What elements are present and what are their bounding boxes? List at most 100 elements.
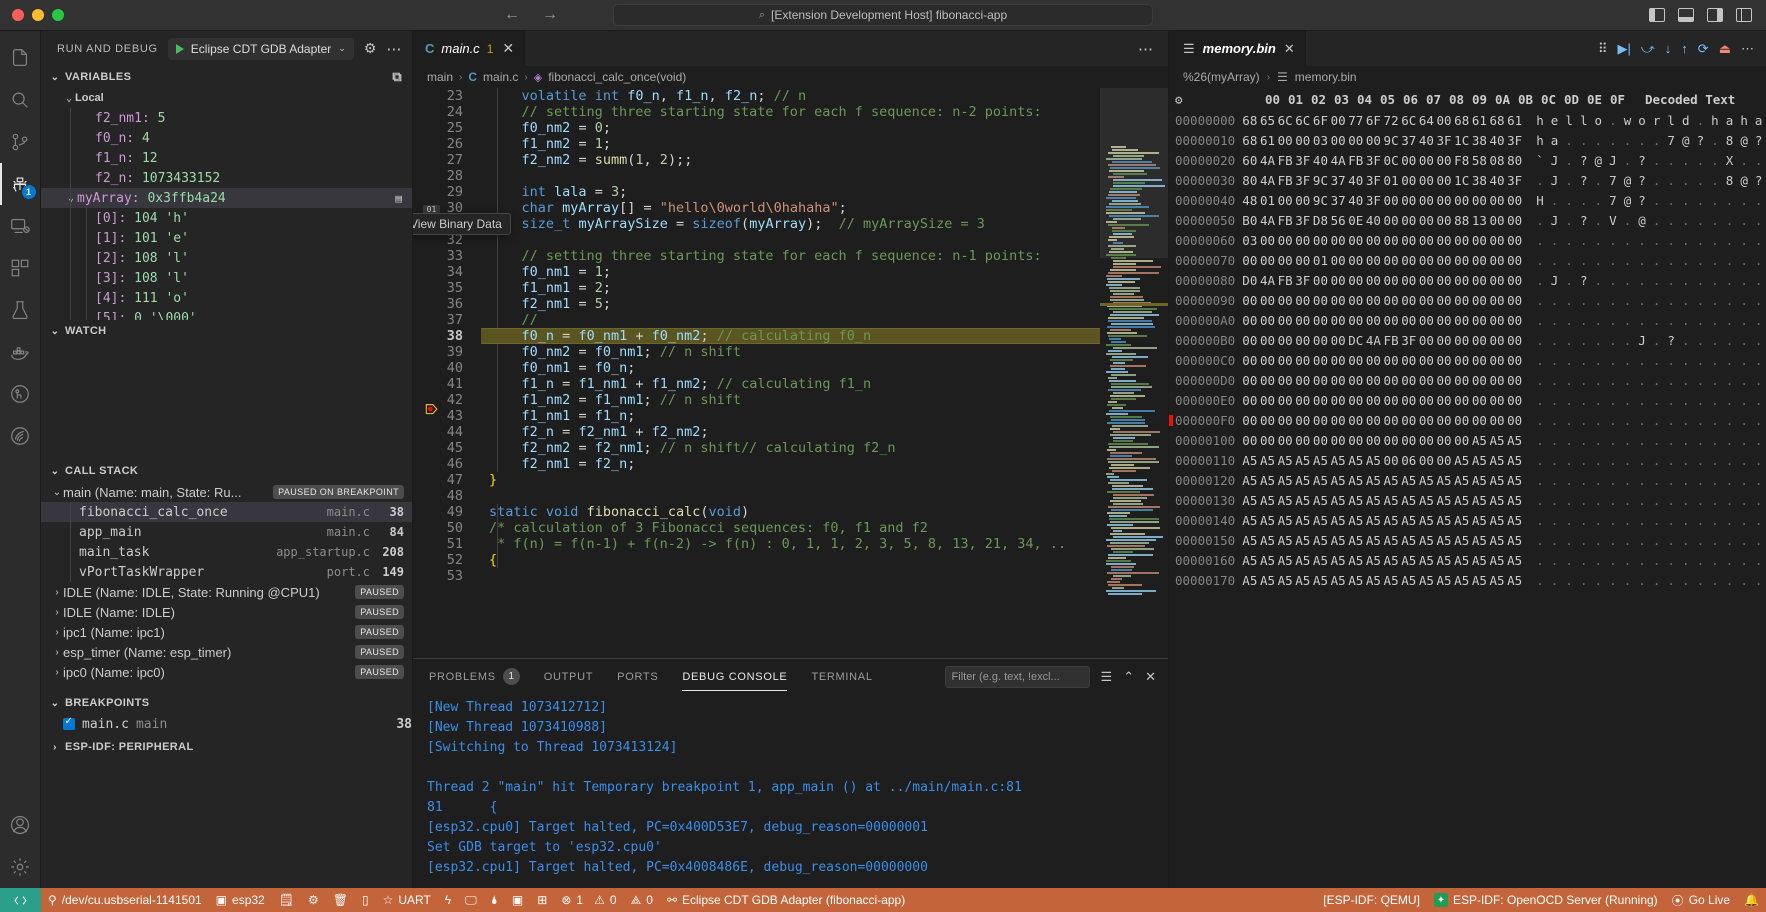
decoded-char[interactable]: . <box>1533 533 1548 548</box>
hex-byte[interactable]: A5 <box>1471 473 1489 488</box>
decoded-char[interactable]: . <box>1606 393 1621 408</box>
decoded-char[interactable]: . <box>1591 253 1606 268</box>
decoded-char[interactable]: . <box>1620 293 1635 308</box>
hex-byte[interactable]: A5 <box>1276 553 1294 568</box>
hex-byte[interactable]: A5 <box>1241 493 1259 508</box>
decoded-char[interactable]: . <box>1533 253 1548 268</box>
code-line[interactable]: 33 // setting three starting state for e… <box>413 248 1168 264</box>
hex-breadcrumb-file[interactable]: memory.bin <box>1295 70 1357 84</box>
hex-byte[interactable]: 40 <box>1347 193 1365 208</box>
hex-byte[interactable]: A5 <box>1382 513 1400 528</box>
hex-byte[interactable]: A5 <box>1329 533 1347 548</box>
hex-byte[interactable]: A5 <box>1506 573 1524 588</box>
decoded-char[interactable]: . <box>1562 213 1577 228</box>
chevron-down-icon[interactable]: ⌄ <box>65 193 77 204</box>
hex-byte[interactable]: 3F <box>1365 153 1383 168</box>
hex-byte[interactable]: 00 <box>1276 413 1294 428</box>
code-line[interactable]: 41 f1_n = f1_nm1 + f1_nm2; // calculatin… <box>413 376 1168 392</box>
hex-byte[interactable]: A5 <box>1453 513 1471 528</box>
decoded-char[interactable]: . <box>1649 533 1664 548</box>
variables-tree[interactable]: ⌄ Local f2_nm1: 5 f0_n: 4 f1_n: 12 f2_n:… <box>41 88 412 320</box>
decoded-char[interactable]: . <box>1737 313 1752 328</box>
close-panel-icon[interactable]: ✕ <box>1145 669 1156 685</box>
chevron-right-icon[interactable]: › <box>51 607 63 618</box>
hex-byte[interactable]: A5 <box>1382 573 1400 588</box>
decoded-char[interactable]: . <box>1635 233 1650 248</box>
decoded-char[interactable]: . <box>1649 293 1664 308</box>
decoded-char[interactable]: . <box>1751 493 1766 508</box>
decoded-char[interactable]: . <box>1722 213 1737 228</box>
decoded-char[interactable]: . <box>1693 173 1708 188</box>
activity-remote-explorer[interactable] <box>0 205 41 247</box>
hex-byte[interactable]: 00 <box>1241 413 1259 428</box>
hex-byte[interactable]: A5 <box>1347 493 1365 508</box>
hex-byte[interactable]: 9C <box>1382 133 1400 148</box>
hex-row[interactable]: 00000050B04AFB3FD8560E400000000088130000… <box>1169 210 1766 230</box>
variable-row[interactable]: [1]: 101 'e' <box>41 228 412 248</box>
decoded-char[interactable]: . <box>1664 453 1679 468</box>
decoded-char[interactable]: . <box>1693 373 1708 388</box>
decoded-char[interactable]: . <box>1708 533 1723 548</box>
open-launch-json-icon[interactable]: ⚙ <box>364 40 377 57</box>
decoded-char[interactable]: . <box>1737 533 1752 548</box>
decoded-char[interactable]: . <box>1678 493 1693 508</box>
decoded-char[interactable]: . <box>1664 253 1679 268</box>
hex-byte[interactable]: A5 <box>1276 453 1294 468</box>
chevron-down-icon[interactable]: ⌄ <box>51 487 63 498</box>
hex-byte[interactable]: A5 <box>1382 533 1400 548</box>
decoded-char[interactable]: . <box>1664 153 1679 168</box>
decoded-char[interactable]: ? <box>1664 333 1679 348</box>
decoded-char[interactable]: . <box>1635 313 1650 328</box>
callstack-frame-row[interactable]: fibonacci_calc_once main.c 38 <box>41 502 412 522</box>
callstack-frame-row[interactable]: main_task app_startup.c 208 <box>41 542 412 562</box>
decoded-char[interactable]: . <box>1576 473 1591 488</box>
hex-byte[interactable]: 00 <box>1365 133 1383 148</box>
hex-row[interactable]: 0000000068656C6C6F00776F726C640068616861… <box>1169 110 1766 130</box>
hex-byte[interactable]: A5 <box>1347 513 1365 528</box>
activity-settings[interactable] <box>0 846 41 888</box>
decoded-char[interactable]: . <box>1649 353 1664 368</box>
hex-byte[interactable]: 00 <box>1365 433 1383 448</box>
hex-byte[interactable]: 00 <box>1435 353 1453 368</box>
decoded-char[interactable]: . <box>1591 413 1606 428</box>
hex-byte[interactable]: 00 <box>1453 253 1471 268</box>
decoded-char[interactable]: . <box>1591 433 1606 448</box>
code-line[interactable]: 52{ <box>413 552 1168 568</box>
activity-source-control[interactable] <box>0 121 41 163</box>
code-line[interactable]: 32 <box>413 232 1168 248</box>
hex-byte[interactable]: A5 <box>1365 473 1383 488</box>
decoded-char[interactable]: . <box>1606 513 1621 528</box>
hex-byte[interactable]: 00 <box>1418 333 1436 348</box>
status-full-clean[interactable]: 🗑 <box>326 888 355 912</box>
decoded-char[interactable]: . <box>1708 513 1723 528</box>
call-stack-tree[interactable]: ⌄ main (Name: main, State: Ru... PAUSED … <box>41 482 412 692</box>
hex-byte[interactable]: 00 <box>1506 253 1524 268</box>
hex-byte[interactable]: 00 <box>1471 313 1489 328</box>
decoded-char[interactable]: . <box>1562 433 1577 448</box>
status-radio-tower[interactable]: ⟁ 0 <box>624 888 660 912</box>
hex-byte[interactable]: 00 <box>1400 393 1418 408</box>
activity-explorer[interactable] <box>0 37 41 79</box>
hex-byte[interactable]: A5 <box>1276 473 1294 488</box>
section-variables-header[interactable]: ⌄ VARIABLES ⧉ <box>41 66 412 88</box>
hex-byte[interactable]: A5 <box>1506 513 1524 528</box>
hex-byte[interactable]: 00 <box>1471 193 1489 208</box>
decoded-char[interactable]: J <box>1606 153 1621 168</box>
decoded-char[interactable]: . <box>1533 333 1548 348</box>
hex-byte[interactable]: A5 <box>1276 573 1294 588</box>
decoded-char[interactable]: . <box>1606 453 1621 468</box>
hex-byte[interactable]: A5 <box>1453 493 1471 508</box>
callstack-thread-row[interactable]: › ipc0 (Name: ipc0) PAUSED <box>41 662 412 682</box>
decoded-char[interactable]: . <box>1620 273 1635 288</box>
hex-byte[interactable]: 00 <box>1312 273 1330 288</box>
section-callstack-header[interactable]: ⌄ CALL STACK <box>41 460 412 482</box>
decoded-char[interactable]: . <box>1708 553 1723 568</box>
decoded-char[interactable]: . <box>1591 193 1606 208</box>
hex-byte[interactable]: A5 <box>1276 493 1294 508</box>
hex-byte[interactable]: FB <box>1276 213 1294 228</box>
hex-byte[interactable]: A5 <box>1471 553 1489 568</box>
decoded-char[interactable]: . <box>1737 153 1752 168</box>
callstack-thread-row[interactable]: › ipc1 (Name: ipc1) PAUSED <box>41 622 412 642</box>
decoded-char[interactable]: . <box>1547 553 1562 568</box>
activity-run-and-debug[interactable]: 1 <box>0 163 41 205</box>
